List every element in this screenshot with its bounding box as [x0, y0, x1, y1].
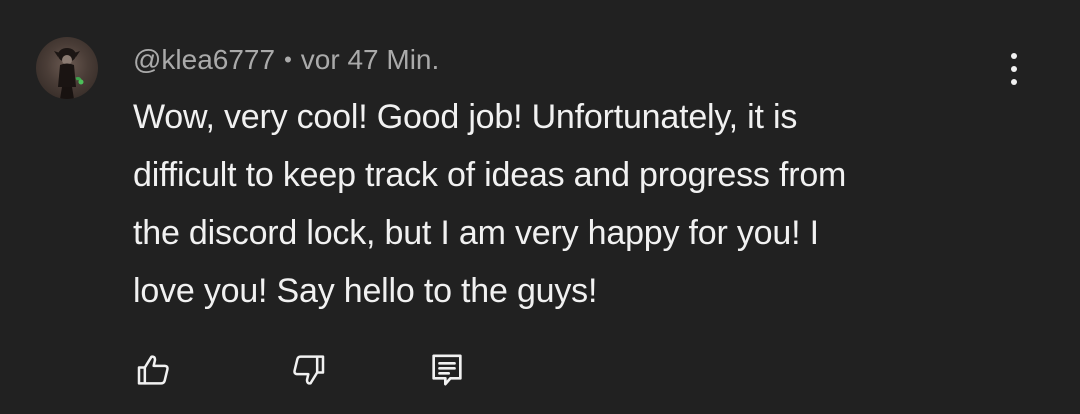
menu-dot	[1011, 53, 1017, 59]
comment-reply-icon	[432, 354, 462, 386]
menu-dot	[1011, 79, 1017, 85]
comment-text-line: love you! Say hello to the guys!	[133, 272, 598, 310]
comment-text-line: difficult to keep track of ideas and pro…	[133, 156, 847, 194]
comment-meta: @klea6777 • vor 47 Min.	[133, 40, 439, 80]
like-button[interactable]	[130, 346, 178, 394]
reply-button[interactable]	[423, 346, 471, 394]
comment-text: Wow, very cool! Good job! Unfortunately,…	[133, 88, 1003, 320]
comment-text-line: Wow, very cool! Good job! Unfortunately,…	[133, 98, 798, 136]
menu-dot	[1011, 66, 1017, 72]
dislike-button[interactable]	[284, 346, 332, 394]
thumbs-down-icon	[293, 355, 325, 385]
comment-timestamp: vor 47 Min.	[300, 44, 440, 75]
avatar-image	[54, 48, 84, 99]
avatar[interactable]	[36, 37, 98, 99]
author-name[interactable]: @klea6777	[133, 44, 275, 76]
comment-text-line: the discord lock, but I am very happy fo…	[133, 214, 819, 252]
more-vert-icon[interactable]	[994, 44, 1034, 94]
thumbs-up-icon	[137, 355, 169, 385]
meta-separator: •	[284, 47, 292, 72]
comment-card: @klea6777 • vor 47 Min. Wow, very cool! …	[0, 0, 1080, 414]
